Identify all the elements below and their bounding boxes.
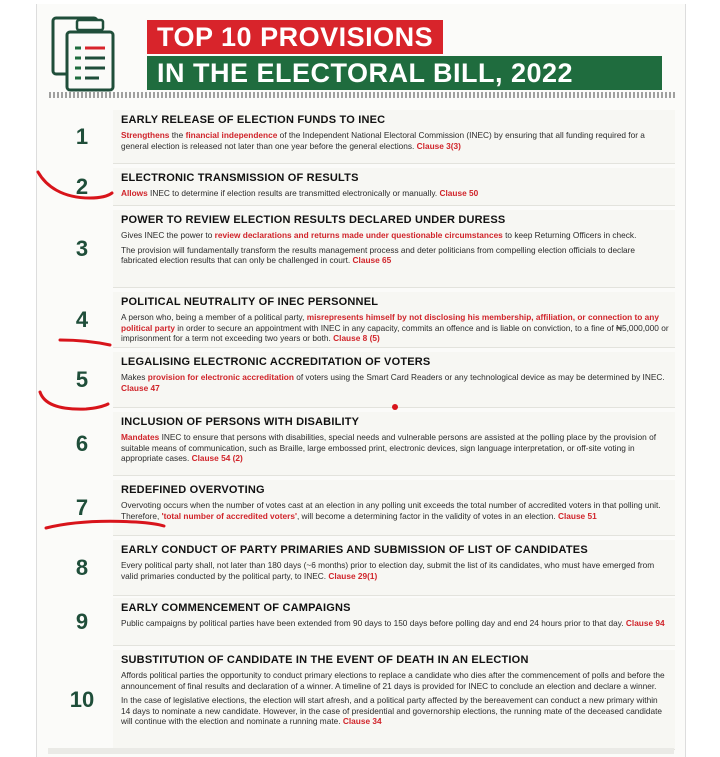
body-text: in order to secure an appointment with I… [121, 322, 669, 344]
provision-heading: INCLUSION OF PERSONS WITH DISABILITY [121, 416, 360, 428]
highlight-text: Clause 94 [625, 618, 665, 628]
provision-heading: SUBSTITUTION OF CANDIDATE IN THE EVENT O… [121, 654, 529, 666]
highlight-text: Clause 34 [342, 716, 382, 727]
provision-number: 7 [75, 495, 89, 520]
provision-row-9: 9 EARLY COMMENCEMENT OF CAMPAIGNS Public c… [49, 598, 675, 646]
provision-row-4: 4 POLITICAL NEUTRALITY OF INEC PERSONNEL A… [49, 292, 675, 348]
provision-heading: POWER TO REVIEW ELECTION RESULTS DECLARE… [121, 214, 506, 226]
body-text: Public campaigns by political parties ha… [121, 618, 626, 628]
provision-number: 10 [69, 687, 95, 712]
provision-row-5: 5 LEGALISING ELECTRONIC ACCREDITATION OF … [49, 352, 675, 408]
body-text: the [169, 130, 186, 140]
body-text: In the case of legislative elections, th… [121, 695, 663, 727]
provision-text: Gives INEC the power to review declarati… [121, 230, 669, 241]
highlight-text: provision for electronic accreditation [147, 372, 294, 382]
provision-text: In the case of legislative elections, th… [121, 695, 669, 727]
provision-text: Public campaigns by political parties ha… [121, 618, 669, 629]
provision-content: LEGALISING ELECTRONIC ACCREDITATION OF V… [113, 352, 675, 408]
provision-text: Strengthens the financial independence o… [121, 130, 669, 151]
provision-content: POLITICAL NEUTRALITY OF INEC PERSONNEL A … [113, 292, 675, 348]
provision-row-7: 7 REDEFINED OVERVOTING Overvoting occurs w… [49, 480, 675, 536]
footer-strip [48, 748, 674, 754]
highlight-text: 'total number of accredited voters' [161, 510, 297, 521]
highlight-text: financial independence [185, 130, 278, 140]
provision-text: Every political party shall, not later t… [121, 560, 669, 581]
provision-content: POWER TO REVIEW ELECTION RESULTS DECLARE… [113, 210, 675, 288]
provision-text: Overvoting occurs when the number of vot… [121, 500, 669, 521]
body-text: Affords political parties the opportunit… [121, 670, 665, 691]
body-text: INEC to determine if election results ar… [147, 188, 440, 198]
highlight-text: Clause 54 (2) [191, 453, 243, 464]
provision-text: Makes provision for electronic accredita… [121, 372, 669, 393]
provision-content: EARLY CONDUCT OF PARTY PRIMARIES AND SUB… [113, 540, 675, 596]
highlight-text: Clause 8 (5) [333, 333, 380, 344]
highlight-text: review declarations and returns made und… [214, 230, 503, 240]
provision-heading: EARLY CONDUCT OF PARTY PRIMARIES AND SUB… [121, 544, 588, 556]
provision-content: EARLY COMMENCEMENT OF CAMPAIGNS Public ca… [113, 598, 675, 646]
provision-text: Affords political parties the opportunit… [121, 670, 669, 691]
provision-heading: ELECTRONIC TRANSMISSION OF RESULTS [121, 172, 359, 184]
header: TOP 10 PROVISIONS IN THE ELECTORAL BILL,… [37, 4, 687, 98]
provision-row-1: 1 EARLY RELEASE OF ELECTION FUNDS TO INEC… [49, 110, 675, 164]
provision-number: 8 [75, 555, 89, 580]
provision-row-8: 8 EARLY CONDUCT OF PARTY PRIMARIES AND SU… [49, 540, 675, 596]
title-line-1: TOP 10 PROVISIONS [147, 20, 444, 54]
provision-content: INCLUSION OF PERSONS WITH DISABILITY Mand… [113, 412, 675, 476]
provision-number: 5 [75, 367, 89, 392]
highlight-text: Clause 65 [352, 255, 392, 266]
provision-number: 6 [75, 431, 89, 456]
provision-content: SUBSTITUTION OF CANDIDATE IN THE EVENT O… [113, 650, 675, 750]
provision-row-2: 2 ELECTRONIC TRANSMISSION OF RESULTS Allow… [49, 168, 675, 206]
provision-heading: POLITICAL NEUTRALITY OF INEC PERSONNEL [121, 296, 379, 308]
provision-content: REDEFINED OVERVOTING Overvoting occurs wh… [113, 480, 675, 536]
provision-heading: EARLY RELEASE OF ELECTION FUNDS TO INEC [121, 114, 386, 126]
provision-heading: REDEFINED OVERVOTING [121, 484, 265, 496]
body-text: , will become a determining factor in th… [296, 510, 558, 521]
provision-text: The provision will fundamentally transfo… [121, 245, 669, 266]
highlight-text: Mandates [121, 432, 160, 442]
provision-number: 9 [75, 609, 89, 634]
provision-heading: LEGALISING ELECTRONIC ACCREDITATION OF V… [121, 356, 431, 368]
provision-content: ELECTRONIC TRANSMISSION OF RESULTS Allows… [113, 168, 675, 206]
highlight-text: Strengthens [121, 130, 170, 140]
provision-text: Mandates INEC to ensure that persons wit… [121, 432, 669, 464]
highlight-text: Clause 3(3) [416, 140, 461, 151]
highlight-text: Clause 29(1) [328, 570, 378, 581]
provision-number: 4 [75, 307, 89, 332]
highlight-text: Clause 47 [121, 382, 160, 393]
provision-heading: EARLY COMMENCEMENT OF CAMPAIGNS [121, 602, 351, 614]
highlight-text: Allows [121, 188, 148, 198]
highlight-text: Clause 51 [557, 510, 597, 521]
body-text: of voters using the Smart Card Readers o… [293, 372, 665, 382]
header-stripe [49, 92, 675, 98]
provision-text: A person who, being a member of a politi… [121, 312, 669, 344]
body-text: to keep Returning Officers in check. [502, 230, 637, 240]
provision-content: EARLY RELEASE OF ELECTION FUNDS TO INEC S… [113, 110, 675, 164]
provision-text: Allows INEC to determine if election res… [121, 188, 669, 199]
body-text: Gives INEC the power to [121, 230, 215, 240]
title-line-2: IN THE ELECTORAL BILL, 2022 [147, 56, 662, 90]
body-text: A person who, being a member of a politi… [121, 312, 307, 322]
provision-row-6: 6 INCLUSION OF PERSONS WITH DISABILITY Man… [49, 412, 675, 476]
provision-row-10: 10 SUBSTITUTION OF CANDIDATE IN THE EVENT… [49, 650, 675, 750]
provision-number: 1 [75, 124, 89, 149]
provision-number: 2 [75, 174, 89, 199]
body-text: Makes [121, 372, 148, 382]
highlight-text: Clause 50 [439, 188, 479, 198]
provision-row-3: 3 POWER TO REVIEW ELECTION RESULTS DECLAR… [49, 210, 675, 288]
provision-number: 3 [75, 236, 89, 261]
document-icon [51, 16, 115, 92]
body-text: Every political party shall, not later t… [121, 560, 655, 581]
infographic-page: TOP 10 PROVISIONS IN THE ELECTORAL BILL,… [36, 4, 686, 757]
